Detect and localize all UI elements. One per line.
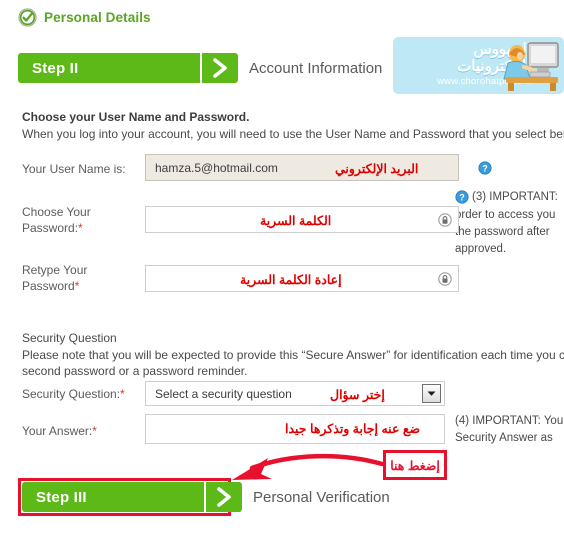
username-label-text: Your User Name is: <box>22 162 126 176</box>
instruction-line-1: Choose your User Name and Password. <box>22 110 250 124</box>
side-note-3-line-3: the password after <box>455 226 550 238</box>
username-arabic-hint: البريد الإلكتروني <box>335 162 419 176</box>
instruction-line-2: When you log into your account, you will… <box>22 127 564 141</box>
chevron-down-icon[interactable] <box>422 384 441 403</box>
step-3-label: Step III <box>36 488 87 506</box>
security-question-required-mark: * <box>120 387 125 401</box>
security-question-note-line-1: Please note that you will be expected to… <box>22 348 564 362</box>
retype-password-arabic-hint: إعادة الكلمة السرية <box>240 273 342 287</box>
computer-person-illustration-icon <box>500 39 562 94</box>
step-3-row: Step III Personal Verification <box>22 482 390 512</box>
question-help-icon-note3[interactable]: ? <box>455 190 469 204</box>
green-check-circle-icon <box>18 8 37 27</box>
side-note-4-line-2: Security Answer as <box>455 432 553 444</box>
page-root: Personal Details Step II Account Informa… <box>0 0 564 538</box>
retype-password-label-line-1: Retype Your <box>22 263 88 277</box>
question-help-icon-username[interactable]: ? <box>478 161 492 175</box>
step-3-button[interactable]: Step III <box>22 482 242 512</box>
security-question-label-text: Security Question: <box>22 387 121 401</box>
your-answer-label-text: Your Answer: <box>22 424 93 438</box>
your-answer-required-mark: * <box>92 424 97 438</box>
site-watermark-logo: المهووس للالكترونيات www.chorohatpc.com <box>393 37 564 94</box>
chevron-right-icon <box>206 482 242 512</box>
padlock-icon-retype-password <box>438 272 452 291</box>
step-3-caption: Personal Verification <box>253 488 390 506</box>
password-label-line-2: Password:* <box>22 221 83 235</box>
password-arabic-hint: الكلمة السرية <box>260 214 332 228</box>
password-required-mark: * <box>78 221 83 235</box>
side-note-3-line-4: approved. <box>455 243 507 255</box>
security-question-note-line-2: second password or a password reminder. <box>22 364 248 378</box>
svg-text:?: ? <box>459 193 465 203</box>
retype-password-required-mark: * <box>74 279 80 293</box>
step-2-button[interactable]: Step II <box>18 53 238 83</box>
password-label: Choose Your Password:* <box>22 204 142 236</box>
security-question-section-title: Security Question <box>22 331 117 345</box>
step-2-caption: Account Information <box>249 59 383 77</box>
side-note-3-line-2: order to access you <box>455 209 556 221</box>
retype-password-label-line-2: Password* <box>22 279 80 293</box>
padlock-icon-password <box>438 213 452 232</box>
retype-password-label: Retype Your Password* <box>22 262 142 294</box>
side-note-4-line-1: (4) IMPORTANT: You <box>455 415 564 427</box>
security-question-selected-value: Select a security question <box>155 386 292 401</box>
side-note-3-line-1: (3) IMPORTANT: <box>472 191 558 203</box>
chevron-right-icon <box>202 53 238 83</box>
step-2-row: Step II Account Information <box>18 53 382 83</box>
password-label-line-1: Choose Your <box>22 205 91 219</box>
personal-details-header: Personal Details <box>18 8 151 27</box>
security-question-select[interactable]: Select a security question <box>145 381 445 406</box>
svg-text:?: ? <box>482 164 488 174</box>
your-answer-arabic-hint: ضع عنه إجابة وتذكرها جيدا <box>285 422 421 436</box>
step-2-label: Step II <box>32 59 79 77</box>
click-here-annotation: إضغط هنا <box>383 450 447 480</box>
click-here-annotation-text: إضغط هنا <box>390 458 440 473</box>
security-question-arabic-hint: إختر سؤال <box>330 388 385 402</box>
username-label: Your User Name is: <box>22 161 142 177</box>
username-value: hamza.5@hotmail.com <box>155 160 278 175</box>
your-answer-label: Your Answer:* <box>22 423 147 439</box>
page-title: Personal Details <box>44 10 151 25</box>
security-question-label: Security Question:* <box>22 386 147 402</box>
